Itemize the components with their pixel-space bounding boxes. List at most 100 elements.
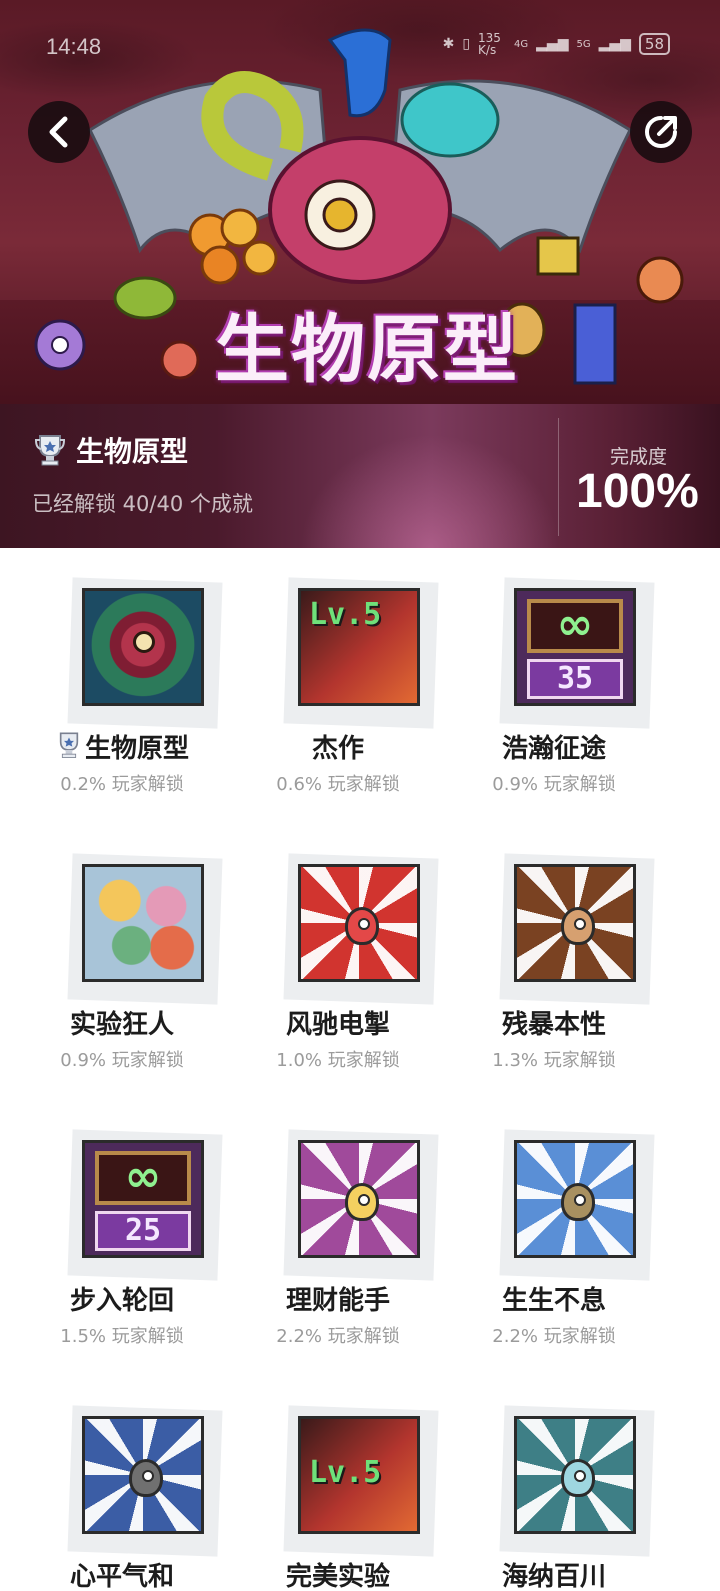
achievement-badge <box>498 853 655 1005</box>
achievement-name-text: 心平气和 <box>69 1562 174 1591</box>
achievement-card[interactable]: 理财能手 2.2% 玩家解锁 <box>218 1100 458 1380</box>
back-button[interactable] <box>28 101 90 163</box>
achievement-name: 风驰电掣 <box>218 1004 458 1041</box>
achievement-badge: Lv.5 <box>282 577 439 729</box>
signal-5g: 5G <box>576 38 591 50</box>
completion-value: 100% <box>576 465 699 518</box>
badge-image <box>82 1416 204 1534</box>
achievement-badge <box>66 1405 223 1557</box>
blob-creature-icon <box>561 907 595 945</box>
achievement-badge <box>498 1405 655 1557</box>
share-icon <box>645 116 677 148</box>
achievement-name: 步入轮回 <box>2 1280 242 1317</box>
achievement-name-text: 生物原型 <box>84 734 189 764</box>
critter-orange <box>636 256 684 304</box>
summary-divider <box>558 418 559 536</box>
achievement-badge: ∞ 35 <box>498 577 655 729</box>
signal-bars-icon: ▂▄▆ <box>536 36 569 52</box>
achievement-name-text: 完美实验 <box>285 1562 390 1591</box>
badge-image <box>514 1140 636 1258</box>
achievement-name-text: 理财能手 <box>285 1286 390 1316</box>
blob-creature-icon <box>561 1183 595 1221</box>
unlocked-count: 已经解锁 40/40 个成就 <box>32 492 253 516</box>
achievement-badge: ∞ 25 <box>66 1129 223 1281</box>
signal-4g: 4G <box>514 38 529 50</box>
status-time: 14:48 <box>46 34 102 59</box>
vibrate-icon: ▯ <box>462 36 471 52</box>
achievement-name-text: 步入轮回 <box>69 1286 174 1316</box>
badge-image: ∞ 25 <box>82 1140 204 1258</box>
unlock-rate: 0.2% 玩家解锁 <box>60 774 184 795</box>
achievement-badge <box>66 577 223 729</box>
unlock-rate: 0.9% 玩家解锁 <box>492 774 616 795</box>
counter-icon: 35 <box>527 659 623 699</box>
status-bar: 14:48 ✱ ▯ 135 K/s 4G ▂▄▆ 5G ▂▄▆ 58 <box>0 26 720 66</box>
unlock-rate: 1.5% 玩家解锁 <box>60 1326 184 1347</box>
status-icons: ✱ ▯ 135 K/s 4G ▂▄▆ 5G ▂▄▆ 58 <box>443 32 670 56</box>
achievement-name-text: 残暴本性 <box>501 1010 606 1040</box>
achievement-name: 心平气和 <box>2 1556 242 1591</box>
achievement-card[interactable]: 残暴本性 1.3% 玩家解锁 <box>434 824 674 1104</box>
achievement-name: 浩瀚征途 <box>434 728 674 765</box>
critter-green <box>113 276 177 320</box>
achievement-badge: Lv.5 <box>282 1405 439 1557</box>
achievement-name-text: 生生不息 <box>501 1286 606 1316</box>
badge-image <box>298 1140 420 1258</box>
badge-image: ∞ 35 <box>514 588 636 706</box>
badge-image <box>82 864 204 982</box>
achievement-name: 生生不息 <box>434 1280 674 1317</box>
critter-yellow <box>536 236 580 276</box>
critter-red <box>160 340 200 380</box>
signal-bars-icon-2: ▂▄▆ <box>598 36 631 52</box>
badge-image <box>514 864 636 982</box>
battery-indicator: 58 <box>638 33 670 55</box>
summary-title: 生物原型 <box>76 435 189 468</box>
unlock-rate: 1.3% 玩家解锁 <box>492 1050 616 1071</box>
achievement-card[interactable]: Lv.5 完美实验 <box>218 1376 458 1591</box>
achievement-name: 实验狂人 <box>2 1004 242 1041</box>
badge-image <box>82 588 204 706</box>
achievement-badge <box>498 1129 655 1281</box>
badge-image: Lv.5 <box>298 588 420 706</box>
achievement-name: 理财能手 <box>218 1280 458 1317</box>
banner-title: 生物原型 <box>215 307 519 393</box>
achievement-name: 残暴本性 <box>434 1004 674 1041</box>
infinity-icon: ∞ <box>95 1151 191 1205</box>
unlock-rate: 0.9% 玩家解锁 <box>60 1050 184 1071</box>
header-banner: 生物原型 14:48 ✱ ▯ 135 K/s 4G ▂▄▆ 5G ▂▄▆ 58 <box>0 0 720 404</box>
net-speed: 135 K/s <box>478 31 501 57</box>
achievement-name-text: 实验狂人 <box>69 1010 174 1040</box>
level-label-icon: Lv.5 <box>309 1455 382 1490</box>
achievement-name-text: 浩瀚征途 <box>501 734 606 764</box>
teal-leaf <box>400 82 500 158</box>
achievement-card[interactable]: Lv.5 杰作 0.6% 玩家解锁 <box>218 548 458 828</box>
achievement-card[interactable]: 海纳百川 <box>434 1376 674 1591</box>
blob-creature-icon <box>561 1459 595 1497</box>
unlock-rate: 0.6% 玩家解锁 <box>276 774 400 795</box>
counter-icon: 25 <box>95 1211 191 1251</box>
achievement-name-text: 风驰电掣 <box>285 1010 390 1040</box>
level-label-icon: Lv.5 <box>309 597 382 632</box>
blob-creature-icon <box>345 1183 379 1221</box>
trophy-icon <box>59 732 79 758</box>
blob-creature-icon <box>345 907 379 945</box>
achievement-name-text: 海纳百川 <box>501 1562 606 1591</box>
achievement-card[interactable]: 生物原型 0.2% 玩家解锁 <box>2 548 242 828</box>
achievement-name: 生物原型 <box>2 728 242 765</box>
achievement-name: 杰作 <box>218 728 458 765</box>
achievement-card[interactable]: 生生不息 2.2% 玩家解锁 <box>434 1100 674 1380</box>
achievement-name-text: 杰作 <box>311 734 364 764</box>
achievement-summary: 生物原型 已经解锁 40/40 个成就 完成度 100% <box>0 404 720 548</box>
creature-pupil <box>322 197 358 233</box>
share-button[interactable] <box>630 101 692 163</box>
summary-glow <box>300 434 560 548</box>
achievement-card[interactable]: 风驰电掣 1.0% 玩家解锁 <box>218 824 458 1104</box>
achievement-card[interactable]: ∞ 25 步入轮回 1.5% 玩家解锁 <box>2 1100 242 1380</box>
unlock-rate: 1.0% 玩家解锁 <box>276 1050 400 1071</box>
achievement-card[interactable]: 心平气和 <box>2 1376 242 1591</box>
bluetooth-icon: ✱ <box>442 36 455 52</box>
achievement-card[interactable]: 实验狂人 0.9% 玩家解锁 <box>2 824 242 1104</box>
unlock-rate: 2.2% 玩家解锁 <box>492 1326 616 1347</box>
achievement-card[interactable]: ∞ 35 浩瀚征途 0.9% 玩家解锁 <box>434 548 674 828</box>
badge-image: Lv.5 <box>298 1416 420 1534</box>
